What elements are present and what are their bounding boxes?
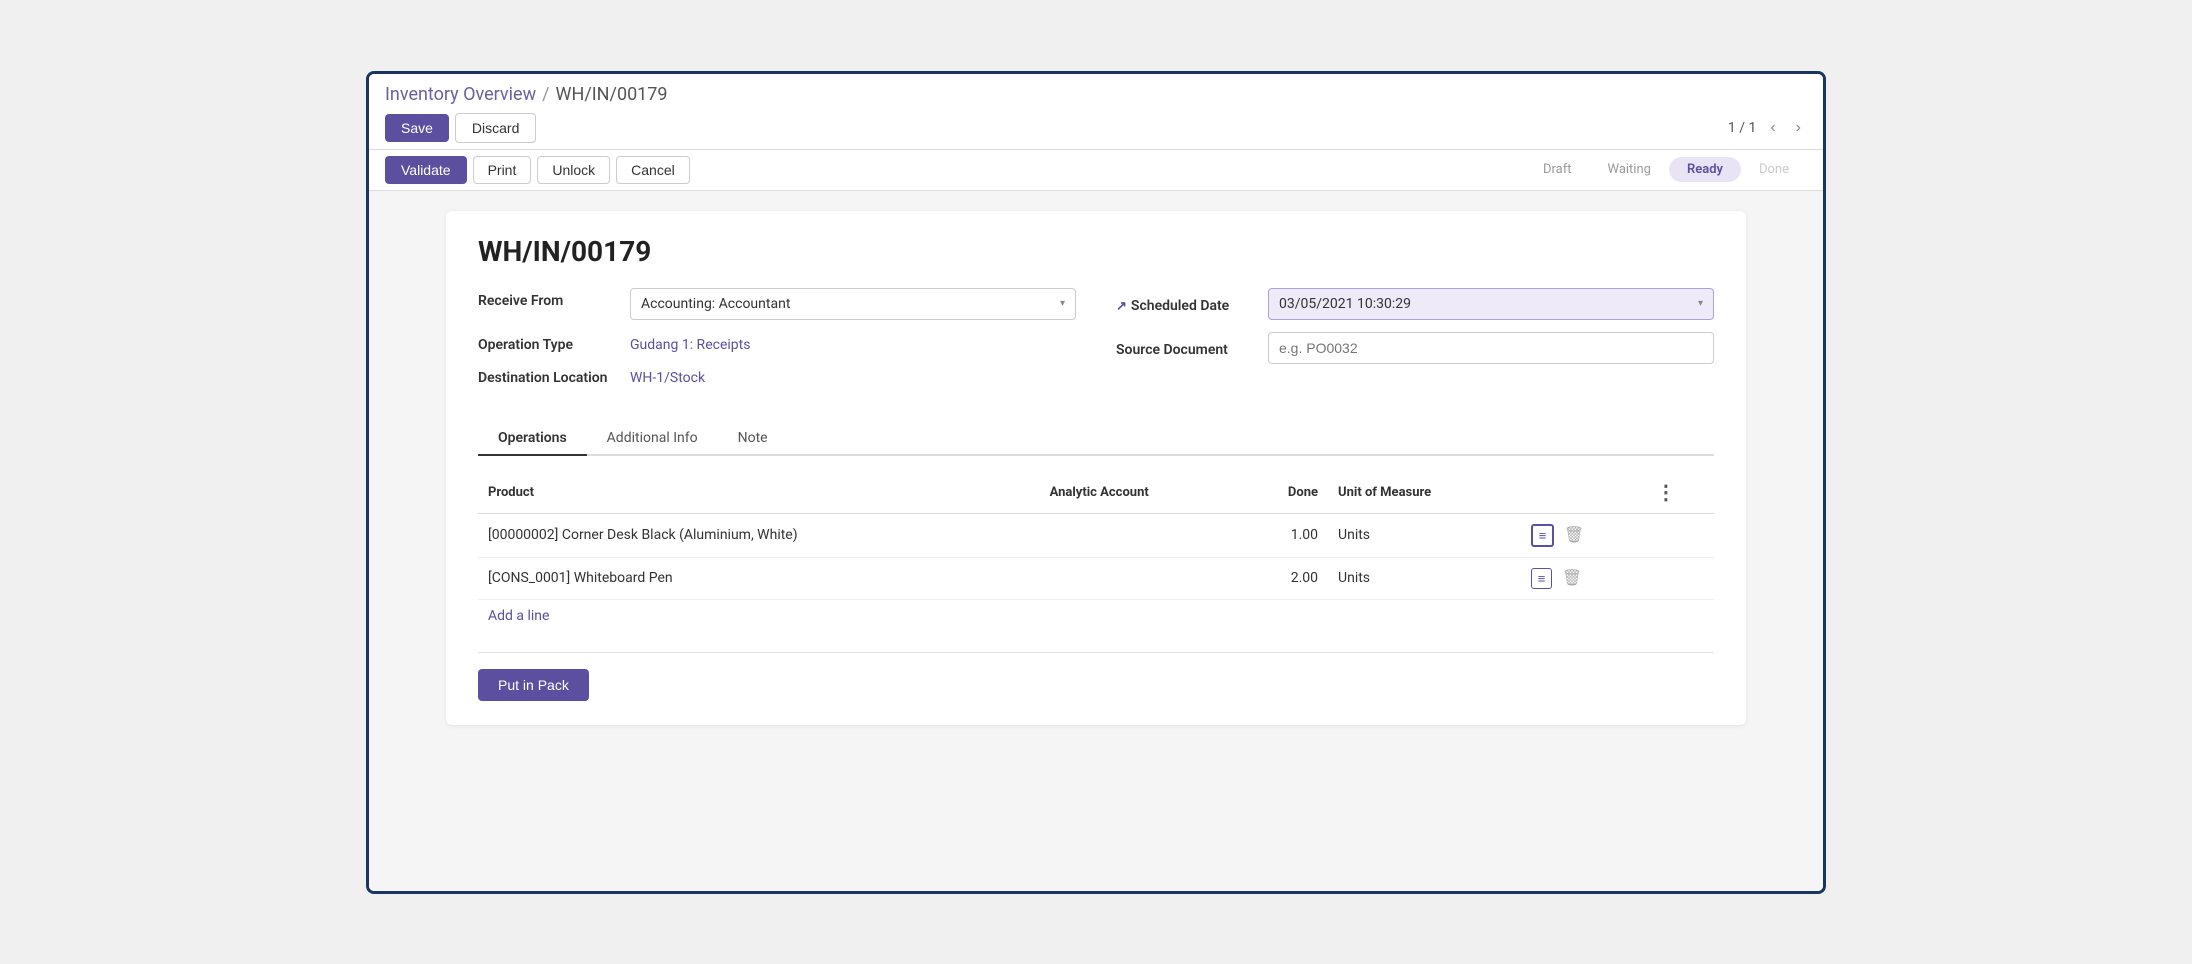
external-link-icon[interactable]: ↗ xyxy=(1116,299,1127,314)
status-bar: Draft Waiting Ready Done xyxy=(1525,157,1807,182)
action-bar-left: Validate Print Unlock Cancel xyxy=(385,156,690,184)
row-analytic-0 xyxy=(1040,513,1243,557)
detail-button-0[interactable]: ≡ xyxy=(1531,524,1555,547)
add-line[interactable]: Add a line xyxy=(478,600,1714,632)
row-analytic-1 xyxy=(1040,557,1243,599)
row-product-0: [00000002] Corner Desk Black (Aluminium,… xyxy=(478,513,1040,557)
table-more-button[interactable]: ⋮ xyxy=(1656,480,1676,505)
scheduled-date-dropdown-icon: ▾ xyxy=(1698,298,1703,309)
table-row: [00000002] Corner Desk Black (Aluminium,… xyxy=(478,513,1714,557)
main-content: WH/IN/00179 Receive From Accounting: Acc… xyxy=(369,191,1823,891)
tab-additional-info[interactable]: Additional Info xyxy=(587,422,718,456)
left-fields: Receive From Accounting: Accountant ▾ Op… xyxy=(478,288,1076,398)
delete-button-1[interactable]: 🗑 xyxy=(1562,568,1582,588)
document-title: WH/IN/00179 xyxy=(478,235,1714,268)
source-doc-row: Source Document xyxy=(1116,332,1714,364)
status-done: Done xyxy=(1741,157,1807,182)
pagination-count: 1 / 1 xyxy=(1728,120,1756,136)
print-button[interactable]: Print xyxy=(473,156,532,184)
toolbar: Save Discard 1 / 1 ‹ › xyxy=(385,113,1807,143)
tabs: Operations Additional Info Note xyxy=(478,422,1714,456)
cancel-button[interactable]: Cancel xyxy=(616,156,690,184)
operation-type-row: Operation Type Gudang 1: Receipts xyxy=(478,332,1076,353)
breadcrumb: Inventory Overview / WH/IN/00179 xyxy=(385,84,1807,105)
status-waiting: Waiting xyxy=(1590,157,1669,182)
save-button[interactable]: Save xyxy=(385,114,449,142)
operations-table: Product Analytic Account Done Unit of Me… xyxy=(478,472,1714,600)
fields-section: Receive From Accounting: Accountant ▾ Op… xyxy=(478,288,1714,398)
row-extra-0 xyxy=(1646,513,1714,557)
receive-from-label: Receive From xyxy=(478,288,618,309)
form-card: WH/IN/00179 Receive From Accounting: Acc… xyxy=(446,211,1746,725)
scheduled-date-label: ↗ Scheduled Date xyxy=(1116,293,1256,314)
prev-page-button[interactable]: ‹ xyxy=(1764,117,1781,139)
breadcrumb-parent[interactable]: Inventory Overview xyxy=(385,84,536,105)
right-fields: ↗ Scheduled Date 03/05/2021 10:30:29 ▾ S… xyxy=(1116,288,1714,398)
col-analytic-account: Analytic Account xyxy=(1040,472,1243,514)
scheduled-date-input[interactable]: 03/05/2021 10:30:29 ▾ xyxy=(1268,288,1714,320)
action-bar: Validate Print Unlock Cancel Draft Waiti… xyxy=(369,150,1823,191)
detail-button-1[interactable]: ≡ xyxy=(1531,568,1553,589)
tab-operations[interactable]: Operations xyxy=(478,422,587,456)
row-actions-1: ≡ 🗑 xyxy=(1521,557,1646,599)
form-footer: Put in Pack xyxy=(478,652,1714,701)
row-unit-0: Units xyxy=(1328,513,1521,557)
discard-button[interactable]: Discard xyxy=(455,113,536,143)
source-doc-input[interactable] xyxy=(1268,332,1714,364)
breadcrumb-current: WH/IN/00179 xyxy=(556,84,668,105)
col-product: Product xyxy=(478,472,1040,514)
receive-from-input[interactable]: Accounting: Accountant ▾ xyxy=(630,288,1076,320)
row-unit-1: Units xyxy=(1328,557,1521,599)
add-line-label[interactable]: Add a line xyxy=(478,600,559,632)
receive-from-row: Receive From Accounting: Accountant ▾ xyxy=(478,288,1076,320)
status-ready: Ready xyxy=(1669,157,1741,182)
row-actions-0: ≡ 🗑 xyxy=(1521,513,1646,557)
col-actions xyxy=(1521,472,1646,514)
operation-type-label: Operation Type xyxy=(478,332,618,353)
receive-from-value: Accounting: Accountant xyxy=(641,296,790,312)
toolbar-left: Save Discard xyxy=(385,113,536,143)
delete-button-0[interactable]: 🗑 xyxy=(1564,525,1584,545)
validate-button[interactable]: Validate xyxy=(385,156,467,184)
row-done-1: 2.00 xyxy=(1243,557,1328,599)
table-row: [CONS_0001] Whiteboard Pen 2.00 Units ≡ … xyxy=(478,557,1714,599)
app-frame: Inventory Overview / WH/IN/00179 Save Di… xyxy=(366,71,1826,894)
scheduled-date-row: ↗ Scheduled Date 03/05/2021 10:30:29 ▾ xyxy=(1116,288,1714,320)
source-doc-label: Source Document xyxy=(1116,337,1256,358)
receive-from-dropdown-icon: ▾ xyxy=(1060,298,1065,309)
col-done: Done xyxy=(1243,472,1328,514)
top-bar: Inventory Overview / WH/IN/00179 Save Di… xyxy=(369,74,1823,150)
destination-label: Destination Location xyxy=(478,365,618,386)
col-more: ⋮ xyxy=(1646,472,1714,514)
row-product-1: [CONS_0001] Whiteboard Pen xyxy=(478,557,1040,599)
row-extra-1 xyxy=(1646,557,1714,599)
status-draft: Draft xyxy=(1525,157,1590,182)
tab-note[interactable]: Note xyxy=(718,422,788,456)
operation-type-value: Gudang 1: Receipts xyxy=(630,332,750,353)
next-page-button[interactable]: › xyxy=(1790,117,1807,139)
breadcrumb-separator: / xyxy=(542,84,549,105)
row-done-0: 1.00 xyxy=(1243,513,1328,557)
scheduled-date-value: 03/05/2021 10:30:29 xyxy=(1279,296,1411,312)
pagination: 1 / 1 ‹ › xyxy=(1728,117,1807,139)
col-unit: Unit of Measure xyxy=(1328,472,1521,514)
destination-row: Destination Location WH-1/Stock xyxy=(478,365,1076,386)
put-in-pack-button[interactable]: Put in Pack xyxy=(478,669,589,701)
unlock-button[interactable]: Unlock xyxy=(537,156,610,184)
destination-value: WH-1/Stock xyxy=(630,365,705,386)
